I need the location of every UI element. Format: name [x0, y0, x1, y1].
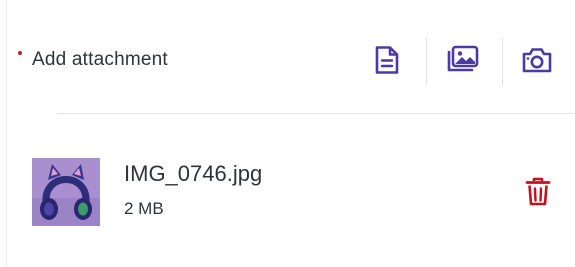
- headphones-photo: [32, 158, 100, 226]
- image-gallery-icon: [447, 45, 479, 72]
- section-divider: [57, 113, 575, 114]
- action-divider: [502, 38, 503, 86]
- attach-camera-button[interactable]: [515, 38, 559, 82]
- attachment-file-name: IMG_0746.jpg: [124, 161, 263, 186]
- delete-attachment-button[interactable]: [516, 170, 560, 214]
- trash-icon: [525, 177, 551, 206]
- add-attachment-label: Add attachment: [32, 49, 168, 70]
- camera-icon: [522, 48, 552, 73]
- attachment-file-size: 2 MB: [124, 199, 164, 218]
- attachment-panel: Add attachment IMG_0746.jpg 2 MB: [0, 0, 575, 267]
- attachment-thumbnail[interactable]: [32, 158, 100, 226]
- attach-file-button[interactable]: [365, 38, 409, 82]
- file-text-icon: [375, 46, 399, 74]
- attach-gallery-button[interactable]: [441, 38, 485, 82]
- required-indicator: [18, 51, 22, 55]
- action-divider: [426, 38, 427, 86]
- attachment-header: Add attachment: [0, 32, 575, 90]
- attachment-item: IMG_0746.jpg 2 MB: [0, 156, 575, 228]
